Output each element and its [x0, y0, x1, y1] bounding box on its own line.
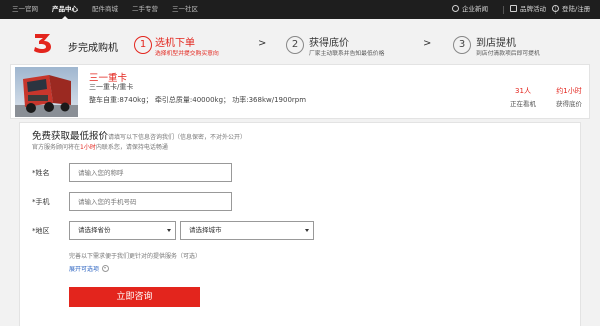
chevron-down-circle-icon: [102, 265, 110, 272]
nav-item-product-center[interactable]: 产品中心: [52, 0, 78, 19]
quote-form: 免费获取最低报价请填写以下信息咨询我们（信息保密，不对外公开） 官方服务顾问将在…: [19, 122, 581, 326]
form-title-text: 免费获取最低报价: [32, 131, 109, 142]
top-nav-bar: 三一官网 产品中心 配件商城 二手专营 三一社区 企业新闻 品牌活动 登陆/注册: [0, 0, 600, 19]
chevron-down-icon: [167, 229, 171, 232]
submit-consult-button[interactable]: 立即咨询: [69, 287, 200, 307]
chevron-down-icon: [305, 229, 309, 232]
step-3-number: 3: [453, 36, 471, 54]
company-news-link[interactable]: 企业新闻: [452, 0, 488, 19]
form-note-time: 1小时: [80, 144, 96, 151]
expand-options-link[interactable]: 展开可选项: [69, 264, 110, 273]
viewers-stat: 31人 正在看机: [508, 86, 538, 108]
steps-title: 步完成购机: [68, 43, 118, 54]
form-title: 免费获取最低报价请填写以下信息咨询我们（信息保密，不对外公开）: [32, 128, 246, 142]
product-category: 三一重卡/重卡: [89, 83, 134, 91]
region-label: *地区: [32, 227, 50, 235]
step-1-number: 1: [134, 36, 152, 54]
step-arrow: >: [258, 38, 267, 49]
truck-image: [15, 67, 78, 117]
phone-label: *手机: [32, 198, 50, 206]
form-note: 官方服务顾问将在1小时内联系您，请保持电话畅通: [32, 142, 168, 151]
flag-icon: [510, 5, 517, 12]
purchase-steps: 步完成购机 1 选机下单 选择机型并提交购买意向 > 2 获得底价 厂家主动联系…: [10, 29, 590, 63]
step-2-subtitle: 厂家主动联系并告知最低价格: [309, 51, 385, 57]
viewers-count: 31人: [515, 87, 531, 95]
form-note-prefix: 官方服务顾问将在: [32, 144, 81, 151]
form-note-suffix: 内联系您，请保持电话畅通: [95, 144, 168, 151]
step-1-subtitle: 选择机型并提交购买意向: [155, 51, 219, 57]
product-specs: 整车自重:8740kg； 牵引总质量:40000kg； 功率:368kw/190…: [89, 96, 307, 104]
login-register-link[interactable]: 登陆/注册: [552, 0, 590, 19]
brand-events-link[interactable]: 品牌活动: [510, 0, 546, 19]
city-select[interactable]: 请选择城市: [180, 221, 314, 240]
name-label: *姓名: [32, 169, 50, 177]
company-news-label: 企业新闻: [462, 5, 488, 13]
phone-input[interactable]: [69, 192, 232, 211]
form-hint: 请填写以下信息咨询我们（信息保密，不对外公开）: [108, 134, 247, 141]
nav-item-parts-mall[interactable]: 配件商城: [92, 0, 118, 19]
nav-item-sany-community[interactable]: 三一社区: [172, 0, 198, 19]
viewers-label: 正在看机: [510, 100, 536, 108]
province-select-value: 请选择省份: [78, 226, 111, 234]
brand-events-label: 品牌活动: [520, 5, 546, 13]
login-register-label: 登陆/注册: [562, 5, 591, 13]
step-3-title: 到店提机: [476, 38, 516, 49]
quote-time-value: 约1小时: [556, 87, 582, 95]
three-steps-logo-icon: [34, 34, 51, 53]
quote-time-label: 获得底价: [556, 100, 582, 108]
nav-item-sany-official[interactable]: 三一官网: [12, 0, 38, 19]
name-input[interactable]: [69, 163, 232, 182]
quote-time-stat: 约1小时 获得底价: [551, 86, 587, 108]
step-2-title: 获得底价: [309, 38, 349, 49]
nav-divider: [503, 6, 504, 14]
nav-item-used-equipment[interactable]: 二手专营: [132, 0, 158, 19]
province-select[interactable]: 请选择省份: [69, 221, 176, 240]
city-select-value: 请选择城市: [189, 226, 222, 234]
step-arrow: >: [423, 38, 432, 49]
expand-options-label: 展开可选项: [69, 266, 100, 273]
step-2-number: 2: [286, 36, 304, 54]
step-1-title: 选机下单: [155, 38, 195, 49]
user-icon: [552, 5, 559, 12]
globe-icon: [452, 5, 459, 12]
optional-info-note: 完善以下需求便于我们更针对的提供服务（可选）: [69, 253, 202, 260]
step-3-subtitle: 到店付清款项后即可提机: [476, 51, 540, 57]
product-card: 三一重卡 三一重卡/重卡 整车自重:8740kg； 牵引总质量:40000kg；…: [10, 64, 590, 119]
